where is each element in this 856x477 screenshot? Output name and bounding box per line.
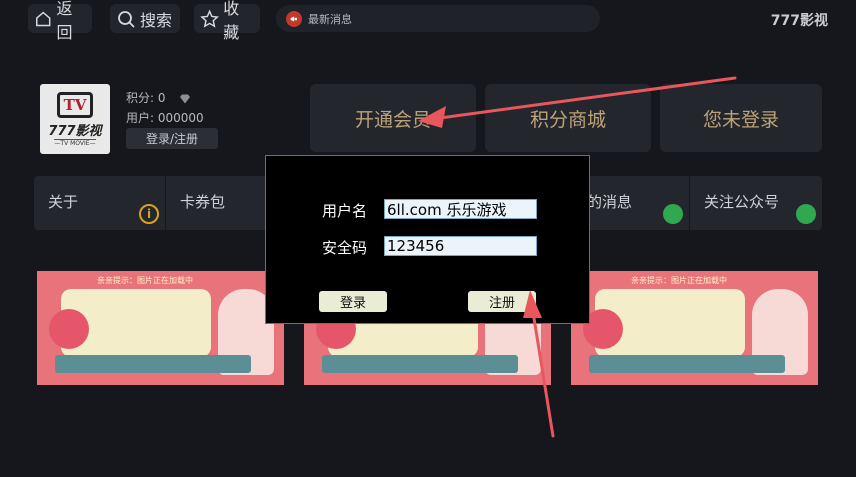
menu-item-follow[interactable]: 关注公众号: [689, 176, 822, 230]
megaphone-icon: [286, 10, 302, 27]
news-ticker[interactable]: 最新消息: [276, 5, 600, 32]
message-icon: [663, 204, 683, 224]
news-label: 最新消息: [308, 12, 352, 26]
app-logo: TV 777影视 —TV MOVIE—: [40, 84, 110, 154]
logo-subtitle: —TV MOVIE—: [54, 138, 96, 147]
username-label: 用户名: [322, 202, 368, 220]
banner-strip: [589, 355, 785, 373]
open-vip-card[interactable]: 开通会员: [310, 84, 476, 152]
banner-strip: [322, 355, 518, 373]
user-label: 用户:: [126, 111, 155, 125]
banner-circle: [49, 309, 89, 349]
logo-brand: 777影视: [48, 123, 102, 139]
user-value: 000000: [157, 111, 204, 125]
profile-info: 积分: 0 用户: 000000: [126, 88, 204, 128]
banner-strip: [55, 355, 251, 373]
points-label: 积分:: [126, 91, 155, 105]
menu-follow-label: 关注公众号: [704, 193, 780, 211]
banner-caption: 亲亲提示：图片正在加载中: [631, 276, 727, 285]
wechat-icon: [796, 204, 816, 224]
back-button[interactable]: 返回: [28, 0, 92, 42]
user-row: 用户: 000000: [126, 108, 204, 128]
login-dialog: 用户名 安全码 登录 注册: [265, 155, 590, 324]
login-status-card[interactable]: 您未登录: [660, 84, 822, 152]
banner-caption: 亲亲提示：图片正在加载中: [97, 276, 193, 285]
points-value: 0: [157, 91, 166, 105]
password-input[interactable]: [384, 236, 537, 256]
back-label: 返回: [56, 0, 73, 42]
login-button[interactable]: 登录: [319, 291, 387, 312]
star-icon: [200, 9, 219, 28]
menu-coupons-label: 卡券包: [180, 193, 226, 211]
menu-item-about[interactable]: 关于 i: [34, 176, 165, 230]
diamond-icon: [180, 94, 191, 103]
login-register-button[interactable]: 登录/注册: [126, 128, 218, 149]
app-title: 777影视: [770, 13, 828, 29]
top-bar: 返回 搜索 收藏 最新消息 777影视: [0, 0, 856, 42]
password-label: 安全码: [322, 239, 368, 257]
banner-placeholder-1[interactable]: 亲亲提示：图片正在加载中: [37, 271, 284, 385]
banner-placeholder-3[interactable]: 亲亲提示：图片正在加载中: [571, 271, 818, 385]
username-input[interactable]: [384, 199, 537, 219]
favorites-label: 收藏: [223, 0, 240, 42]
favorites-button[interactable]: 收藏: [194, 0, 260, 42]
tv-icon: TV: [57, 91, 93, 118]
info-icon: i: [139, 204, 159, 224]
search-icon: [118, 10, 135, 28]
search-label: 搜索: [140, 10, 173, 30]
points-mall-card[interactable]: 积分商城: [485, 84, 651, 152]
register-button[interactable]: 注册: [468, 291, 536, 312]
search-button[interactable]: 搜索: [110, 4, 180, 33]
home-icon: [36, 11, 51, 26]
menu-about-label: 关于: [48, 193, 79, 211]
points-row: 积分: 0: [126, 88, 204, 108]
